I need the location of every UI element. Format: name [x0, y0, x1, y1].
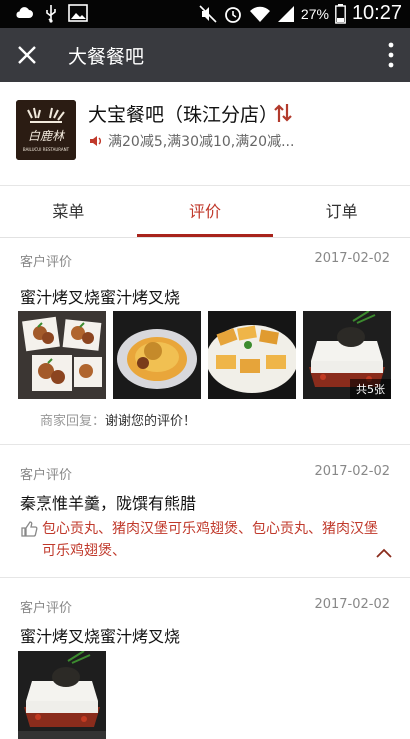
reply-prefix: 商家回复： [40, 414, 106, 429]
usb-icon [46, 5, 56, 23]
status-bar: 27% 10:27 [0, 0, 410, 28]
review-photo[interactable] [18, 651, 106, 739]
logo-text: 白鹿林 [28, 129, 66, 143]
photo-count-badge: 共5张 [350, 379, 391, 399]
close-icon[interactable] [12, 40, 42, 70]
wifi-icon [249, 6, 270, 22]
clock: 10:27 [351, 2, 402, 24]
page-title: 大餐餐吧 [68, 46, 145, 68]
chevron-up-icon[interactable] [376, 548, 392, 558]
shop-name: 大宝餐吧（珠江分店） [88, 104, 279, 126]
image-icon [68, 4, 88, 22]
review-text: 蜜汁烤叉烧蜜汁烤叉烧 [20, 627, 181, 646]
tab-menu[interactable]: 菜单 [0, 186, 137, 237]
review-photos [18, 651, 106, 739]
review-date: 2017-02-02 [314, 251, 390, 266]
mute-icon [199, 4, 217, 23]
swap-icon[interactable] [272, 102, 294, 124]
more-vertical-icon[interactable] [386, 40, 396, 70]
review-date: 2017-02-02 [314, 597, 390, 612]
review-label: 客户评价 [20, 601, 73, 616]
tab-bar: 菜单 评价 订单 [0, 186, 410, 238]
review-text: 秦烹惟羊羹，陇馔有熊腊 [20, 494, 197, 513]
merchant-reply: 商家回复：谢谢您的评价！ [40, 410, 196, 429]
promo-row: 满20减5,满30减10,满20减... [88, 131, 294, 151]
shop-logo: 白鹿林 BAILUCUI RESTAURANT [16, 100, 76, 160]
battery-percent: 27% [300, 5, 329, 22]
alarm-icon [225, 6, 241, 23]
review-photo[interactable] [208, 311, 296, 399]
review-label: 客户评价 [20, 468, 73, 483]
review-date: 2017-02-02 [314, 464, 390, 479]
reply-text: 谢谢您的评价！ [105, 414, 197, 429]
promo-text: 满20减5,满30减10,满20减... [108, 134, 295, 150]
review-photos: 共5张 [18, 311, 391, 399]
shop-header: 白鹿林 BAILUCUI RESTAURANT 大宝餐吧（珠江分店） 满20减5… [0, 82, 410, 186]
thumbs-up-icon [21, 521, 38, 537]
review-photo[interactable]: 共5张 [303, 311, 391, 399]
liked-dishes-text: 包心贡丸、猪肉汉堡可乐鸡翅煲、包心贡丸、猪肉汉堡可乐鸡翅煲、 [42, 521, 378, 559]
review-photo[interactable] [18, 311, 106, 399]
review-card: 客户评价 2017-02-02 蜜汁烤叉烧蜜汁烤叉烧 [0, 579, 410, 739]
review-photo[interactable] [113, 311, 201, 399]
logo-subtext: BAILUCUI RESTAURANT [23, 147, 70, 152]
cloud-icon [16, 7, 33, 18]
tab-orders[interactable]: 订单 [273, 186, 410, 237]
battery-icon [335, 3, 346, 24]
review-label: 客户评价 [20, 255, 73, 270]
speaker-icon [90, 136, 101, 146]
nav-bar: 大餐餐吧 [0, 28, 410, 82]
review-text: 蜜汁烤叉烧蜜汁烤叉烧 [20, 288, 181, 307]
tab-reviews[interactable]: 评价 [136, 186, 274, 237]
signal-icon [277, 5, 294, 22]
review-card: 客户评价 2017-02-02 蜜汁烤叉烧蜜汁烤叉烧 [0, 239, 410, 445]
